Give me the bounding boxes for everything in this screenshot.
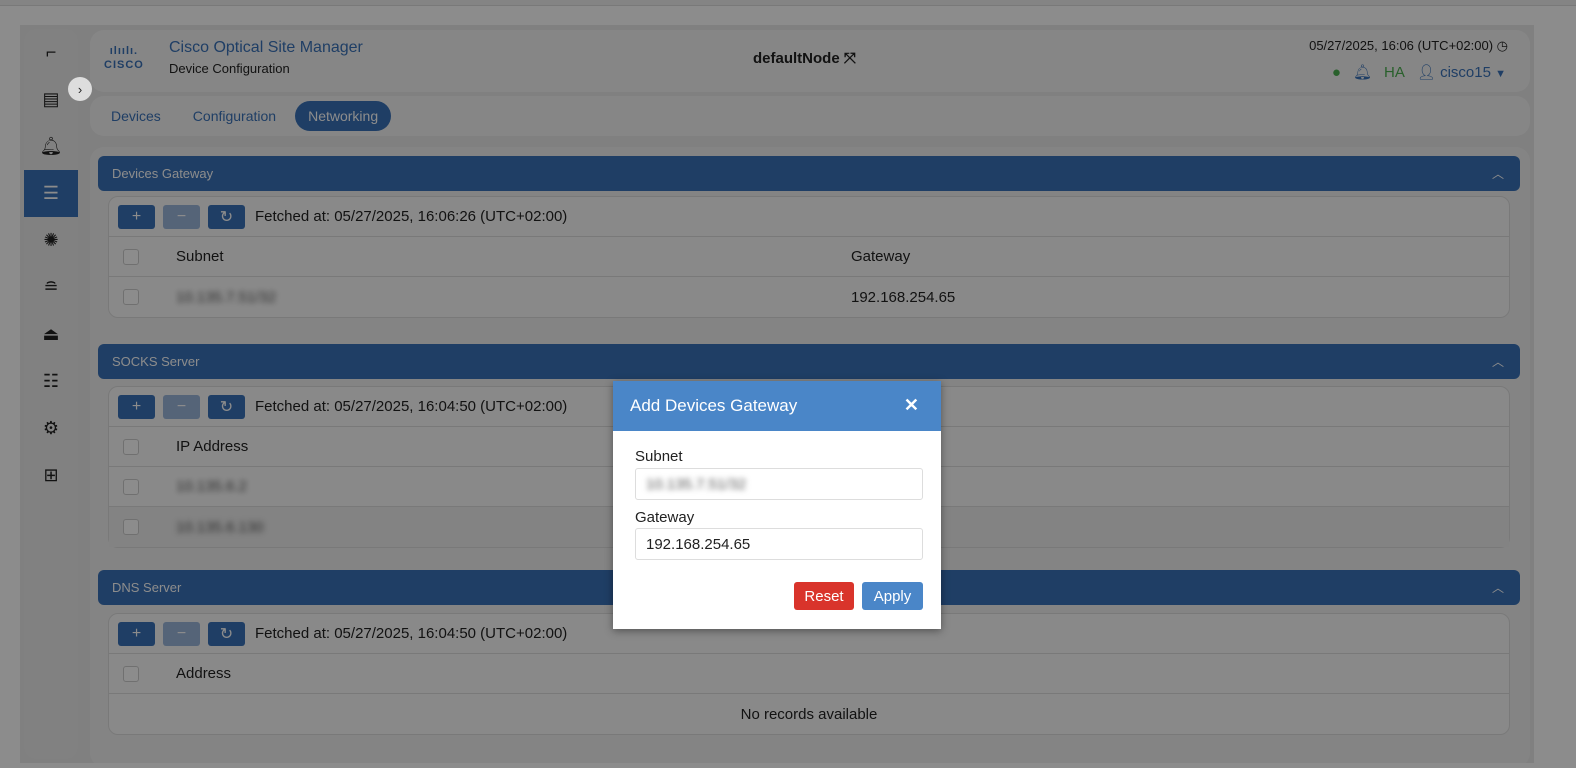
add-devices-gateway-dialog: Add Devices Gateway ✕ Subnet 10.135.7.51/… bbox=[613, 381, 941, 629]
subnet-value: 10.135.7.51/32 bbox=[646, 476, 747, 493]
gateway-input[interactable]: 192.168.254.65 bbox=[635, 528, 923, 560]
reset-button[interactable]: Reset bbox=[794, 582, 854, 610]
subnet-label: Subnet bbox=[635, 448, 683, 465]
subnet-input[interactable]: 10.135.7.51/32 bbox=[635, 468, 923, 500]
apply-button[interactable]: Apply bbox=[862, 582, 923, 610]
dialog-header: Add Devices Gateway ✕ bbox=[613, 381, 941, 431]
dialog-title: Add Devices Gateway bbox=[630, 396, 798, 415]
close-icon[interactable]: ✕ bbox=[904, 395, 919, 416]
expand-sidebar-button[interactable]: › bbox=[68, 77, 92, 101]
gateway-label: Gateway bbox=[635, 509, 695, 526]
